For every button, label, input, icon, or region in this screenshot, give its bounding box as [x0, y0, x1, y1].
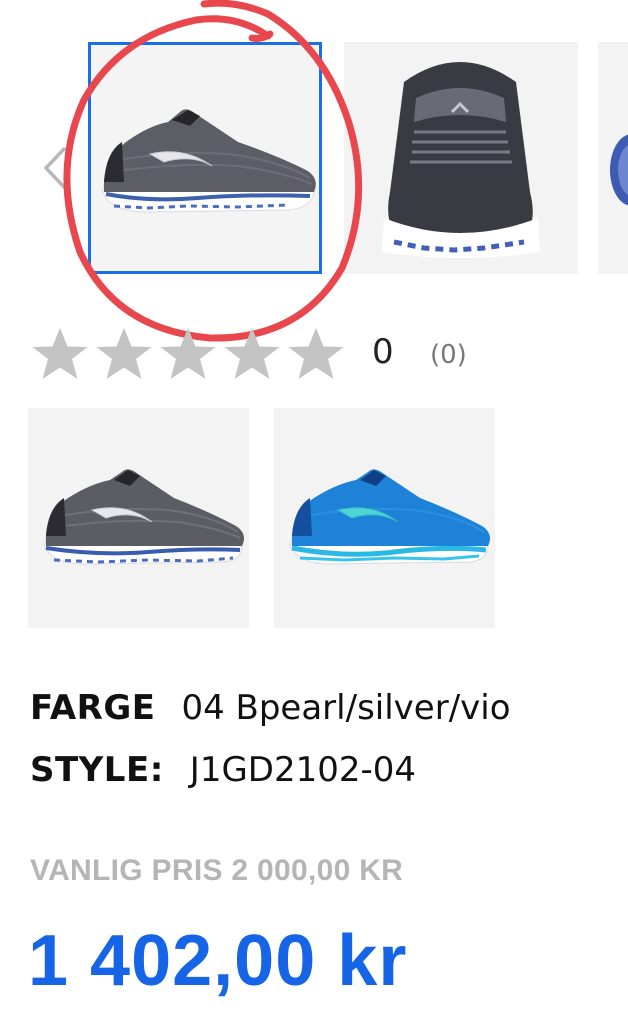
thumbnail-3[interactable] — [598, 42, 628, 274]
thumbnail-2[interactable] — [344, 42, 578, 274]
chevron-left-icon — [44, 147, 66, 189]
color-info: FARGE 04 Bpearl/silver/vio — [30, 688, 511, 728]
shoe-heel-image — [344, 42, 578, 274]
rating-stars[interactable] — [30, 322, 350, 386]
star-empty-icon — [160, 327, 216, 379]
color-swatch-grey[interactable] — [28, 408, 249, 628]
color-label: FARGE — [30, 688, 156, 728]
shoe-blue-image — [274, 408, 495, 628]
style-info: STYLE: J1GD2102-04 — [30, 750, 416, 790]
shoe-grey-image — [28, 408, 249, 628]
rating-count[interactable]: (0) — [430, 340, 467, 370]
star-empty-icon — [288, 327, 344, 379]
thumbnail-1[interactable] — [88, 42, 322, 274]
star-empty-icon — [96, 327, 152, 379]
product-page: 0 (0) FARGE 04 Bpearl/silver/vio STYLE: … — [0, 0, 628, 1014]
carousel-prev-button[interactable] — [40, 145, 70, 191]
star-empty-icon — [224, 327, 280, 379]
style-label: STYLE: — [30, 750, 164, 790]
rating-score: 0 — [372, 332, 394, 372]
color-value: 04 Bpearl/silver/vio — [181, 688, 511, 728]
color-swatch-blue[interactable] — [274, 408, 495, 628]
shoe-partial-image — [598, 42, 628, 274]
regular-price: VANLIG PRIS 2 000,00 KR — [30, 854, 404, 887]
shoe-side-image — [88, 42, 322, 274]
sale-price: 1 402,00 kr — [28, 921, 408, 1001]
star-empty-icon — [32, 327, 88, 379]
style-value: J1GD2102-04 — [189, 750, 417, 790]
